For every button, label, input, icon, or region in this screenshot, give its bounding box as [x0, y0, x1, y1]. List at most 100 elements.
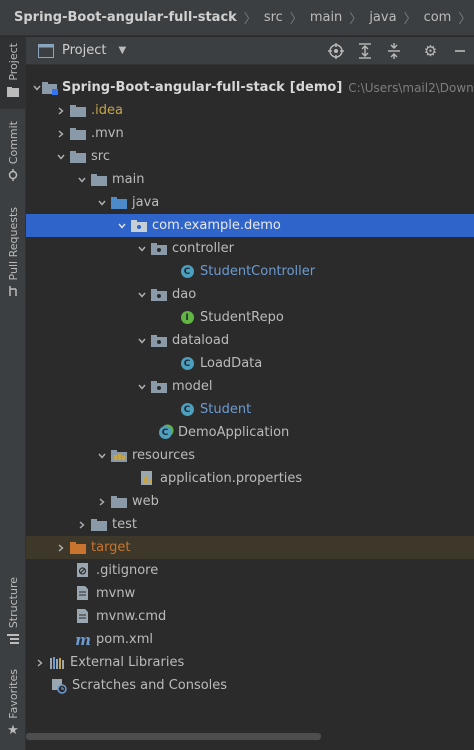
tree-label: mvnw — [96, 586, 136, 601]
package-icon — [150, 333, 168, 349]
tree-label: StudentRepo — [200, 310, 284, 325]
tree-row-controller[interactable]: controller — [26, 237, 474, 260]
chevron-right-icon: 〉 — [458, 12, 472, 27]
tree-row-idea[interactable]: .idea — [26, 99, 474, 122]
stripe-project-label: Project — [6, 43, 20, 81]
chevron-down-icon[interactable] — [94, 448, 110, 464]
chevron-down-icon[interactable] — [134, 287, 150, 303]
stripe-pull-requests-button[interactable]: Pull Requests — [0, 207, 26, 299]
chevron-down-icon[interactable] — [134, 333, 150, 349]
spring-boot-class-icon: C — [156, 425, 174, 441]
tree-row-web[interactable]: web — [26, 490, 474, 513]
tree-row-application-properties[interactable]: application.properties — [26, 467, 474, 490]
tree-label: External Libraries — [70, 655, 185, 670]
excluded-folder-icon — [69, 540, 87, 556]
stripe-commit-button[interactable]: Commit — [0, 121, 26, 187]
stripe-structure-button[interactable]: Structure — [0, 577, 26, 645]
chevron-down-icon[interactable] — [94, 195, 110, 211]
chevron-down-icon[interactable] — [53, 149, 69, 165]
package-icon — [150, 241, 168, 257]
chevron-right-icon: 〉 — [243, 12, 257, 27]
module-folder-icon — [42, 80, 58, 96]
stripe-structure-label: Structure — [6, 577, 20, 629]
chevron-right-icon[interactable] — [74, 517, 90, 533]
project-panel-header: Project ▼ ⚙ — [26, 37, 474, 65]
chevron-right-icon[interactable] — [53, 540, 69, 556]
chevron-down-icon[interactable] — [134, 241, 150, 257]
tree-row-test[interactable]: test — [26, 513, 474, 536]
chevron-down-icon[interactable] — [134, 379, 150, 395]
tree-label: .mvn — [91, 126, 124, 141]
chevron-right-icon[interactable] — [94, 494, 110, 510]
stripe-pull-requests-label: Pull Requests — [6, 207, 20, 281]
panel-toolbar: ⚙ — [321, 37, 474, 65]
expand-all-icon[interactable] — [350, 43, 379, 59]
chevron-down-icon[interactable] — [114, 218, 130, 234]
locate-icon[interactable] — [321, 43, 350, 59]
chevron-down-icon[interactable] — [74, 172, 90, 188]
tree-row-dao[interactable]: dao — [26, 283, 474, 306]
tree-label: com.example.demo — [152, 218, 281, 233]
tree-row-target[interactable]: target — [26, 536, 474, 559]
tree-row-mvnw[interactable]: mvnw — [26, 582, 474, 605]
tree-row-gitignore[interactable]: .gitignore — [26, 559, 474, 582]
stripe-commit-label: Commit — [6, 121, 20, 165]
tree-row-package-selected[interactable]: com.example.demo — [26, 214, 474, 237]
tree-row-student[interactable]: C Student — [26, 398, 474, 421]
horizontal-scrollbar[interactable] — [26, 733, 321, 740]
tree-row-load-data[interactable]: C LoadData — [26, 352, 474, 375]
stripe-favorites-button[interactable]: Favorites ★ — [0, 669, 26, 741]
minimize-icon[interactable] — [445, 45, 474, 57]
tree-label: model — [172, 379, 213, 394]
collapse-all-icon[interactable] — [379, 43, 408, 59]
tree-row-demo-application[interactable]: C DemoApplication — [26, 421, 474, 444]
breadcrumb-main[interactable]: main — [310, 10, 342, 25]
stripe-favorites-label: Favorites — [6, 669, 20, 719]
breadcrumb-com[interactable]: com — [424, 10, 452, 25]
dropdown-arrow-icon[interactable]: ▼ — [118, 45, 126, 56]
tree-row-root[interactable]: Spring-Boot-angular-full-stack [demo] C:… — [26, 76, 474, 99]
tree-row-student-repo[interactable]: I StudentRepo — [26, 306, 474, 329]
scratches-icon — [50, 678, 68, 694]
tree-label: dao — [172, 287, 197, 302]
tree-row-main[interactable]: main — [26, 168, 474, 191]
chevron-right-icon[interactable] — [32, 655, 48, 671]
tree-row-mvnw-cmd[interactable]: mvnw.cmd — [26, 605, 474, 628]
tree-row-external-libraries[interactable]: External Libraries — [26, 651, 474, 674]
chevron-right-icon[interactable] — [53, 126, 69, 142]
tree-row-mvn[interactable]: .mvn — [26, 122, 474, 145]
stripe-project-button[interactable]: Project — [0, 37, 26, 109]
tree-label: main — [112, 172, 145, 187]
breadcrumb-java[interactable]: java — [369, 10, 396, 25]
chevron-down-icon[interactable] — [32, 80, 42, 96]
tree-row-src[interactable]: src — [26, 145, 474, 168]
project-view-icon — [38, 43, 54, 58]
tree-row-scratches[interactable]: Scratches and Consoles — [26, 674, 474, 697]
folder-icon — [90, 172, 108, 188]
tree-label: StudentController — [200, 264, 316, 279]
breadcrumb: Spring-Boot-angular-full-stack 〉 src 〉 m… — [0, 0, 474, 36]
chevron-right-icon[interactable] — [53, 103, 69, 119]
tree-label: java — [132, 195, 160, 210]
package-icon — [130, 218, 148, 234]
project-view-title[interactable]: Project — [62, 43, 106, 58]
tree-row-java[interactable]: java — [26, 191, 474, 214]
tree-label: .gitignore — [96, 563, 159, 578]
source-folder-icon — [110, 195, 128, 211]
file-icon — [74, 609, 92, 625]
tree-row-student-controller[interactable]: C StudentController — [26, 260, 474, 283]
chevron-right-icon: 〉 — [349, 12, 363, 27]
project-panel: Project ▼ ⚙ Spring-Boot-angular-full-sta… — [26, 37, 474, 750]
tree-row-resources[interactable]: resources — [26, 444, 474, 467]
chevron-right-icon: 〉 — [403, 12, 417, 27]
gear-icon[interactable]: ⚙ — [416, 42, 445, 60]
tree-label: mvnw.cmd — [96, 609, 167, 624]
tree-row-model[interactable]: model — [26, 375, 474, 398]
tree-label: test — [112, 517, 137, 532]
breadcrumb-project[interactable]: Spring-Boot-angular-full-stack — [14, 10, 237, 25]
tree-row-dataload[interactable]: dataload — [26, 329, 474, 352]
breadcrumb-src[interactable]: src — [264, 10, 283, 25]
star-icon: ★ — [7, 722, 19, 738]
tree-row-pom[interactable]: m pom.xml — [26, 628, 474, 651]
module-tag: [demo] — [289, 80, 343, 95]
